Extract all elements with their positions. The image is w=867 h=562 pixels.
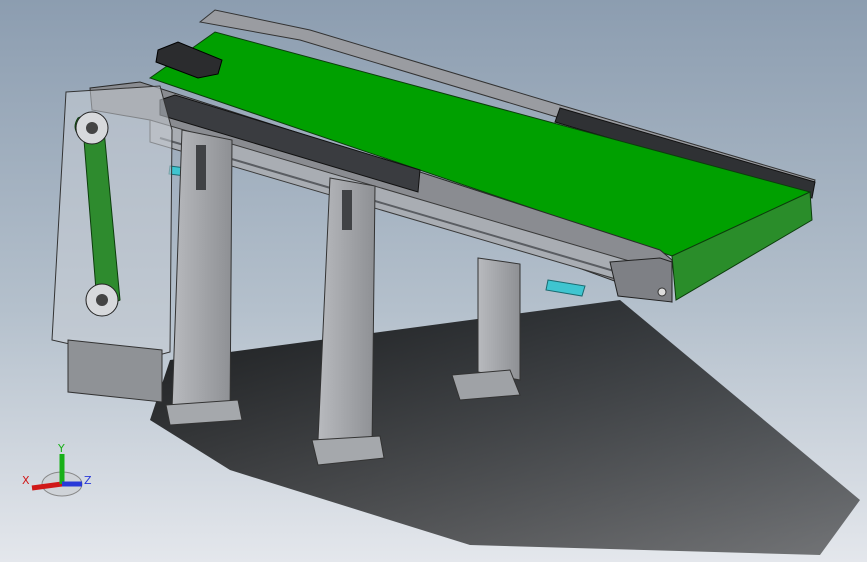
leg-rear-right	[477, 257, 521, 381]
y-axis-label: Y	[57, 442, 65, 455]
conveyor-model[interactable]	[0, 0, 867, 562]
motor-mount-base	[67, 339, 163, 403]
lower-pulley-hub	[96, 294, 108, 306]
coordinate-triad: X Y Z	[22, 442, 92, 497]
tail-tension-screw	[657, 287, 667, 297]
graphics-viewport[interactable]: X Y Z	[0, 0, 867, 562]
x-axis-label: X	[22, 474, 30, 487]
photo-sensor	[545, 279, 586, 297]
slot-middle-leg	[342, 190, 352, 230]
z-axis-label: Z	[84, 474, 92, 487]
foot-front	[165, 399, 243, 426]
foot-rear-right	[451, 369, 521, 401]
slot-front-leg	[196, 145, 206, 190]
upper-pulley-hub	[86, 122, 98, 134]
